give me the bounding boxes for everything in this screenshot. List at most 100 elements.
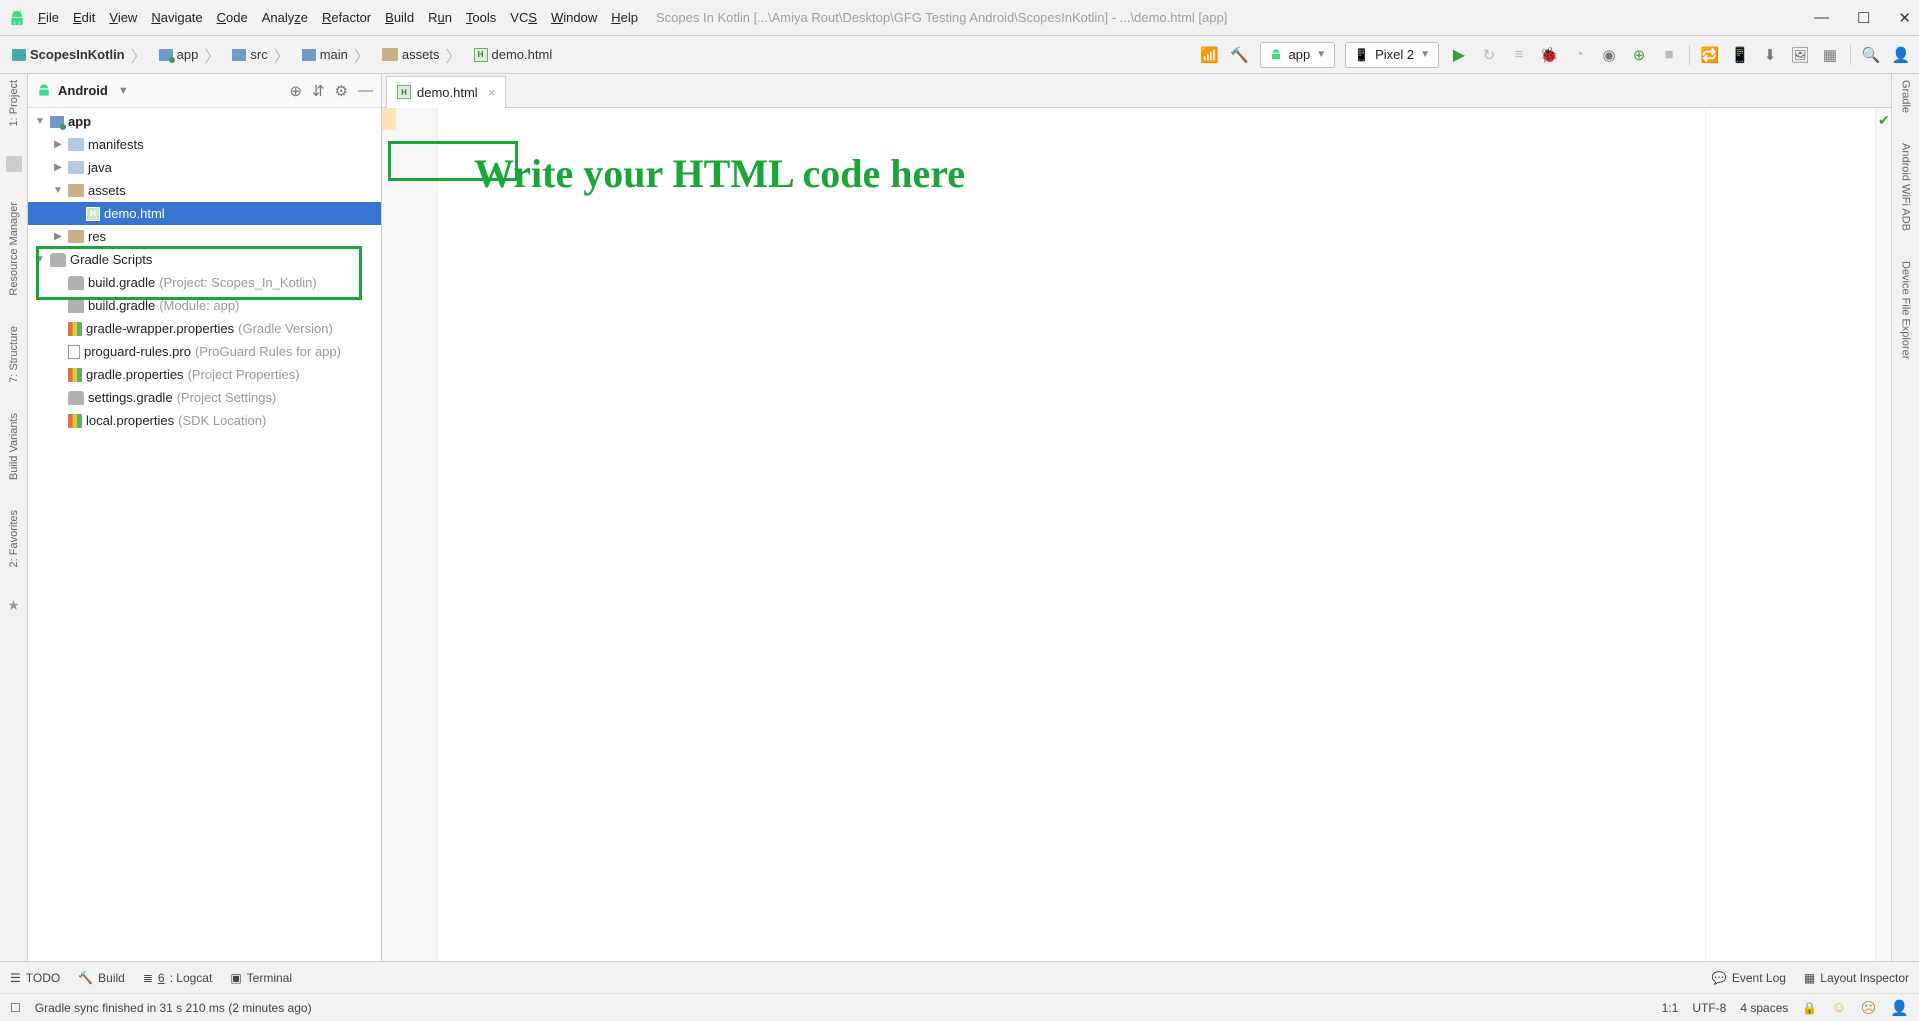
- crumb-src[interactable]: src〉: [228, 43, 295, 67]
- settings-gear-icon[interactable]: ⚙: [335, 82, 348, 100]
- editor-inspection-strip[interactable]: ✔: [1875, 108, 1891, 961]
- tree-node-assets[interactable]: ▼assets: [28, 179, 381, 202]
- tree-node-manifests[interactable]: ▶manifests: [28, 133, 381, 156]
- tree-node-settings-gradle[interactable]: settings.gradle (Project Settings): [28, 386, 381, 409]
- locate-icon[interactable]: ⊕: [289, 82, 302, 100]
- tool-build-variants[interactable]: Build Variants: [8, 413, 20, 480]
- face-happy-icon[interactable]: ☺: [1831, 999, 1846, 1016]
- run-config-dropdown[interactable]: app ▼: [1260, 42, 1336, 68]
- avd-manager-icon[interactable]: 📱: [1730, 45, 1750, 65]
- tool-gradle[interactable]: Gradle: [1900, 80, 1912, 113]
- tool-project-icon[interactable]: [6, 156, 22, 172]
- tree-node-build-gradle-project[interactable]: build.gradle (Project: Scopes_In_Kotlin): [28, 271, 381, 294]
- crumb-app[interactable]: app〉: [155, 43, 227, 67]
- tool-device-explorer[interactable]: Device File Explorer: [1900, 261, 1912, 359]
- editor-content[interactable]: Write your HTML code here: [438, 108, 1705, 961]
- crumb-file[interactable]: Hdemo.html: [470, 47, 557, 62]
- status-box-icon[interactable]: ☐: [10, 1001, 21, 1015]
- tool-favorites[interactable]: 2: Favorites: [8, 510, 20, 567]
- window-title-path: Scopes In Kotlin [...\Amiya Rout\Desktop…: [656, 10, 1227, 25]
- tool-terminal[interactable]: ▣ Terminal: [230, 971, 292, 985]
- tree-node-build-gradle-app[interactable]: build.gradle (Module: app): [28, 294, 381, 317]
- resource-manager-icon[interactable]: 🖼: [1790, 45, 1810, 65]
- apply-changes-icon[interactable]: ↻: [1479, 45, 1499, 65]
- menu-run[interactable]: Run: [428, 10, 452, 25]
- lock-icon[interactable]: 🔒: [1802, 1001, 1817, 1015]
- tree-node-res[interactable]: ▶res: [28, 225, 381, 248]
- profile-icon[interactable]: ◉: [1599, 45, 1619, 65]
- menu-help[interactable]: Help: [611, 10, 638, 25]
- editor-placeholder-text: Write your HTML code here: [474, 148, 1675, 199]
- layout-validation-icon[interactable]: ▦: [1820, 45, 1840, 65]
- tool-layout-inspector[interactable]: ▦ Layout Inspector: [1804, 971, 1909, 985]
- tool-project[interactable]: 1: Project: [8, 80, 20, 126]
- hide-panel-icon[interactable]: —: [358, 82, 373, 100]
- close-tab-icon[interactable]: ×: [488, 85, 496, 100]
- sync-project-icon[interactable]: 🔁: [1700, 45, 1720, 65]
- tool-todo[interactable]: ☰ TODO: [10, 971, 60, 985]
- run-button[interactable]: ▶: [1449, 45, 1469, 65]
- right-tool-gutter: Gradle Android WiFi ADB Device File Expl…: [1891, 74, 1919, 961]
- tree-node-local-properties[interactable]: local.properties (SDK Location): [28, 409, 381, 432]
- maximize-button[interactable]: ☐: [1857, 9, 1870, 27]
- tool-logcat[interactable]: ≣ 6: Logcat: [143, 971, 212, 985]
- tree-node-gradle-wrapper[interactable]: gradle-wrapper.properties (Gradle Versio…: [28, 317, 381, 340]
- minimize-button[interactable]: —: [1814, 9, 1829, 27]
- search-everywhere-icon[interactable]: 🔍: [1861, 45, 1881, 65]
- apply-code-icon[interactable]: ≡: [1509, 45, 1529, 65]
- run-config-label: app: [1289, 47, 1311, 62]
- tree-node-gradle-properties[interactable]: gradle.properties (Project Properties): [28, 363, 381, 386]
- tree-node-java[interactable]: ▶java: [28, 156, 381, 179]
- menu-navigate[interactable]: Navigate: [151, 10, 202, 25]
- toolbar-right: 📶 🔨 app ▼ 📱 Pixel 2 ▼ ▶ ↻ ≡ 🐞 ◔ ◉ ⊕ ■ 🔁 …: [1200, 42, 1912, 68]
- build-hammer-icon[interactable]: 🔨: [1230, 45, 1250, 65]
- tab-demo-html[interactable]: H demo.html ×: [386, 76, 506, 108]
- crumb-project[interactable]: ScopesInKotlin〉: [8, 43, 153, 67]
- face-neutral-icon[interactable]: 👤: [1890, 999, 1909, 1017]
- status-message: Gradle sync finished in 31 s 210 ms (2 m…: [35, 1001, 312, 1015]
- device-dropdown[interactable]: 📱 Pixel 2 ▼: [1345, 42, 1439, 68]
- tool-build[interactable]: 🔨 Build: [78, 971, 125, 985]
- tree-node-proguard[interactable]: proguard-rules.pro (ProGuard Rules for a…: [28, 340, 381, 363]
- stop-icon[interactable]: ■: [1659, 45, 1679, 65]
- crumb-main[interactable]: main〉: [298, 43, 376, 67]
- tool-resource-manager[interactable]: Resource Manager: [8, 202, 20, 296]
- menu-window[interactable]: Window: [551, 10, 597, 25]
- project-tree[interactable]: ▼app ▶manifests ▶java ▼assets Hdemo.html…: [28, 108, 381, 961]
- tool-event-log[interactable]: 💬 Event Log: [1712, 971, 1786, 985]
- tool-structure[interactable]: 7: Structure: [8, 326, 20, 383]
- tree-node-app[interactable]: ▼app: [28, 110, 381, 133]
- star-icon[interactable]: ★: [7, 597, 20, 614]
- device-ready-icon[interactable]: 📶: [1200, 45, 1220, 65]
- menu-build[interactable]: Build: [385, 10, 414, 25]
- menu-view[interactable]: View: [109, 10, 137, 25]
- menu-edit[interactable]: Edit: [73, 10, 95, 25]
- editor-gutter[interactable]: [382, 108, 438, 961]
- debug-icon[interactable]: 🐞: [1539, 45, 1559, 65]
- editor-right-margin: [1705, 108, 1875, 961]
- tree-node-gradle-scripts[interactable]: ▼Gradle Scripts: [28, 248, 381, 271]
- status-encoding[interactable]: UTF-8: [1692, 1001, 1726, 1015]
- attach-debugger-icon[interactable]: ⊕: [1629, 45, 1649, 65]
- status-indent[interactable]: 4 spaces: [1740, 1001, 1788, 1015]
- collapse-icon[interactable]: ⇵: [312, 82, 325, 100]
- device-label: Pixel 2: [1375, 47, 1414, 62]
- menu-refactor[interactable]: Refactor: [322, 10, 371, 25]
- coverage-icon[interactable]: ◔: [1569, 45, 1589, 65]
- project-view-selector[interactable]: Android▼: [36, 83, 129, 99]
- avatar-icon[interactable]: 👤: [1891, 45, 1911, 65]
- menu-analyze[interactable]: Analyze: [262, 10, 308, 25]
- status-position[interactable]: 1:1: [1662, 1001, 1679, 1015]
- sdk-manager-icon[interactable]: ⬇: [1760, 45, 1780, 65]
- navigation-toolbar: ScopesInKotlin〉 app〉 src〉 main〉 assets〉 …: [0, 36, 1919, 74]
- close-window-button[interactable]: ✕: [1898, 9, 1911, 27]
- menu-tools[interactable]: Tools: [466, 10, 496, 25]
- face-sad-icon[interactable]: ☹: [1861, 999, 1877, 1017]
- menu-file[interactable]: File: [38, 10, 59, 25]
- tree-node-demo-html[interactable]: Hdemo.html: [28, 202, 381, 225]
- crumb-assets[interactable]: assets〉: [378, 43, 468, 67]
- tool-wifi-adb[interactable]: Android WiFi ADB: [1900, 143, 1912, 231]
- menu-code[interactable]: Code: [217, 10, 248, 25]
- menu-vcs[interactable]: VCS: [510, 10, 537, 25]
- breadcrumb: ScopesInKotlin〉 app〉 src〉 main〉 assets〉 …: [8, 43, 556, 67]
